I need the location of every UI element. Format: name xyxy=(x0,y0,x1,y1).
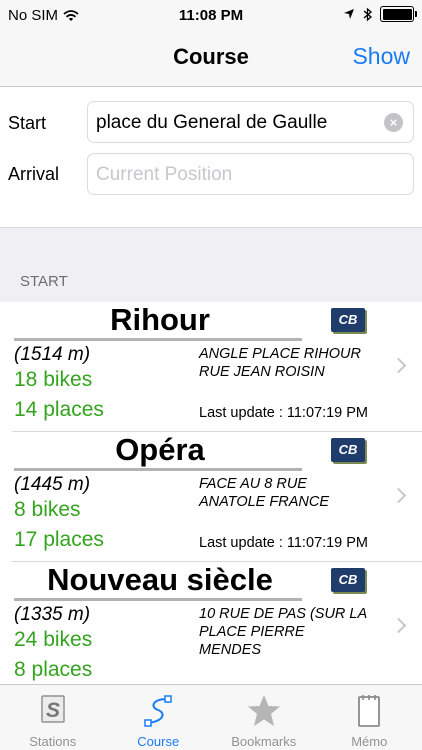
tab-stations[interactable]: S Stations xyxy=(0,685,106,750)
station-places: 17 places xyxy=(14,528,104,551)
station-address: 10 RUE DE PAS (SUR LA PLACE PIERRE MENDE… xyxy=(199,606,367,658)
section-header: START xyxy=(20,273,68,290)
name-underline xyxy=(14,598,302,601)
route-form: Start place du General de Gaulle × Arriv… xyxy=(0,87,422,227)
station-distance: (1514 m) xyxy=(14,344,91,365)
cb-logo-text: CB xyxy=(338,442,358,457)
station-last-update: Last update : 11:07:19 PM xyxy=(199,535,369,551)
cb-logo: CB xyxy=(331,438,365,462)
station-places: 8 places xyxy=(14,658,93,681)
start-label: Start xyxy=(8,113,47,133)
cb-logo: CB xyxy=(331,308,365,332)
station-bikes: 8 bikes xyxy=(14,498,81,521)
show-button[interactable]: Show xyxy=(352,43,410,70)
navigation-bar: Course Show xyxy=(0,32,422,87)
station-last-update: Last update : 11:07:19 PM xyxy=(199,405,369,421)
station-distance: (1445 m) xyxy=(14,474,91,495)
station-bikes: 18 bikes xyxy=(14,368,93,391)
cb-logo-text: CB xyxy=(338,572,358,587)
tab-label: Stations xyxy=(29,734,77,749)
name-underline xyxy=(14,338,302,341)
station-cell[interactable]: Nouveau siècle CB (1335 m) 24 bikes 8 pl… xyxy=(0,562,422,692)
station-address: FACE AU 8 RUE ANATOLE FRANCE xyxy=(199,476,329,510)
station-name: Rihour xyxy=(110,302,210,337)
star-icon xyxy=(247,695,280,726)
chevron-right-icon[interactable] xyxy=(390,487,407,504)
status-right xyxy=(343,6,417,22)
tab-label: Mémo xyxy=(351,734,388,749)
station-name: Opéra xyxy=(115,432,205,467)
battery-icon xyxy=(380,6,417,22)
station-name: Nouveau siècle xyxy=(47,562,273,597)
cb-logo-text: CB xyxy=(338,312,358,327)
station-places: 14 places xyxy=(14,398,104,421)
stations-s-icon: S xyxy=(41,695,65,723)
status-bar: No SIM 11:08 PM xyxy=(0,0,422,32)
station-cell[interactable]: Opéra CB (1445 m) 8 bikes 17 places FACE… xyxy=(0,432,422,562)
route-icon xyxy=(144,695,172,727)
chevron-right-icon[interactable] xyxy=(390,357,407,374)
start-value: place du General de Gaulle xyxy=(96,112,328,133)
name-underline xyxy=(14,468,302,471)
start-field[interactable]: place du General de Gaulle × xyxy=(87,101,414,143)
clear-icon[interactable]: × xyxy=(384,113,403,132)
chevron-right-icon[interactable] xyxy=(390,617,407,634)
cb-logo: CB xyxy=(331,568,365,592)
station-cell[interactable]: Rihour CB (1514 m) 18 bikes 14 places AN… xyxy=(0,302,422,432)
arrival-field[interactable]: Current Position xyxy=(87,153,414,195)
station-distance: (1335 m) xyxy=(14,604,91,625)
svg-text:S: S xyxy=(46,699,60,722)
tab-label: Bookmarks xyxy=(231,734,297,749)
station-address: ANGLE PLACE RIHOUR RUE JEAN ROISIN xyxy=(199,346,361,380)
tab-course[interactable]: Course xyxy=(106,685,212,750)
tab-bar: S Stations Course Bookmarks Mémo xyxy=(0,684,422,750)
tab-bookmarks[interactable]: Bookmarks xyxy=(211,685,317,750)
tab-memo[interactable]: Mémo xyxy=(317,685,422,750)
notepad-icon xyxy=(358,695,381,727)
section-background xyxy=(0,227,422,302)
location-arrow-icon xyxy=(344,9,354,19)
arrival-label: Arrival xyxy=(8,164,60,184)
tab-label: Course xyxy=(137,734,180,749)
bluetooth-icon xyxy=(363,7,372,21)
arrival-placeholder: Current Position xyxy=(96,164,233,185)
station-bikes: 24 bikes xyxy=(14,628,93,651)
